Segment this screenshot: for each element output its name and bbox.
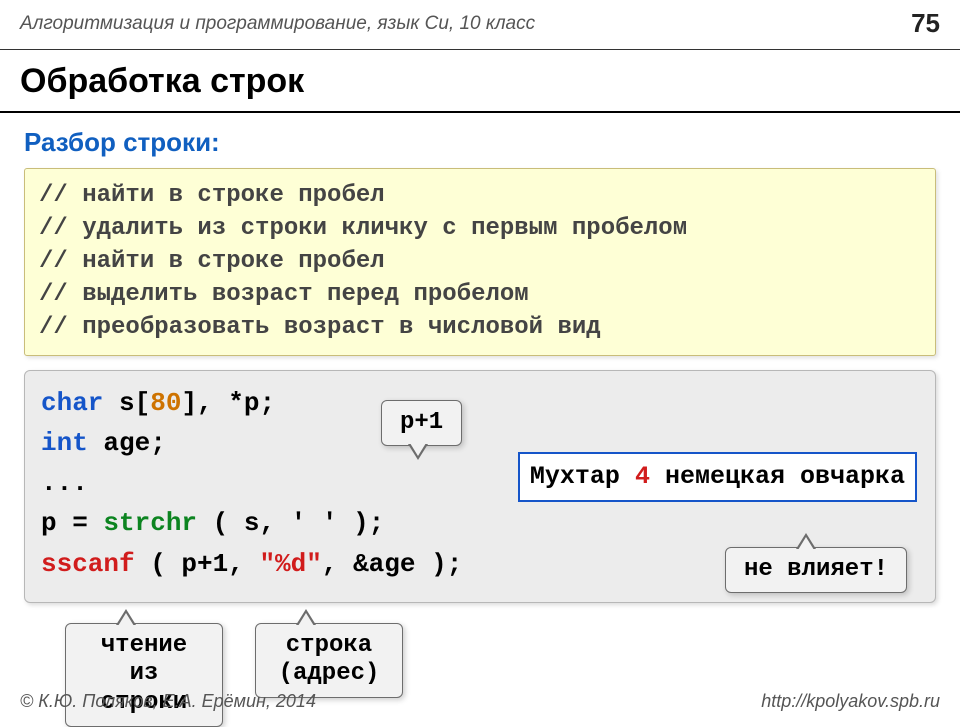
sample-string-box: Мухтар 4 немецкая овчарка: [518, 452, 917, 503]
code-line: p = strchr ( s, ' ' );: [41, 503, 919, 543]
function-name: strchr: [103, 508, 197, 538]
comment-line: // найти в строке пробел: [39, 245, 921, 278]
callout-pointer: p+1: [381, 400, 462, 447]
string-literal: "%d": [259, 549, 321, 579]
highlighted-char: 4: [635, 462, 650, 491]
course-title: Алгоритмизация и программирование, язык …: [20, 13, 535, 35]
slide-title: Обработка строк: [0, 50, 960, 113]
keyword: char: [41, 388, 103, 418]
comment-line: // удалить из строки кличку с первым про…: [39, 212, 921, 245]
callout-no-effect: не влияет!: [725, 547, 907, 594]
page-number: 75: [911, 8, 940, 39]
code-block: char s[80], *p; int age; ... p = strchr …: [24, 370, 936, 603]
footer-url: http://kpolyakov.spb.ru: [761, 691, 940, 712]
number-literal: 80: [150, 388, 181, 418]
slide-header: Алгоритмизация и программирование, язык …: [0, 0, 960, 50]
comment-line: // найти в строке пробел: [39, 179, 921, 212]
copyright: © К.Ю. Поляков, Е.А. Ерёмин, 2014: [20, 691, 316, 712]
comment-line: // преобразовать возраст в числовой вид: [39, 311, 921, 344]
callout-string-address: строка (адрес): [255, 623, 403, 699]
function-name: sscanf: [41, 549, 135, 579]
comment-block: // найти в строке пробел // удалить из с…: [24, 168, 936, 356]
comment-line: // выделить возраст перед пробелом: [39, 278, 921, 311]
code-line: char s[80], *p;: [41, 383, 919, 423]
slide-footer: © К.Ю. Поляков, Е.А. Ерёмин, 2014 http:/…: [0, 691, 960, 712]
slide-subtitle: Разбор строки:: [0, 113, 960, 168]
keyword: int: [41, 428, 88, 458]
